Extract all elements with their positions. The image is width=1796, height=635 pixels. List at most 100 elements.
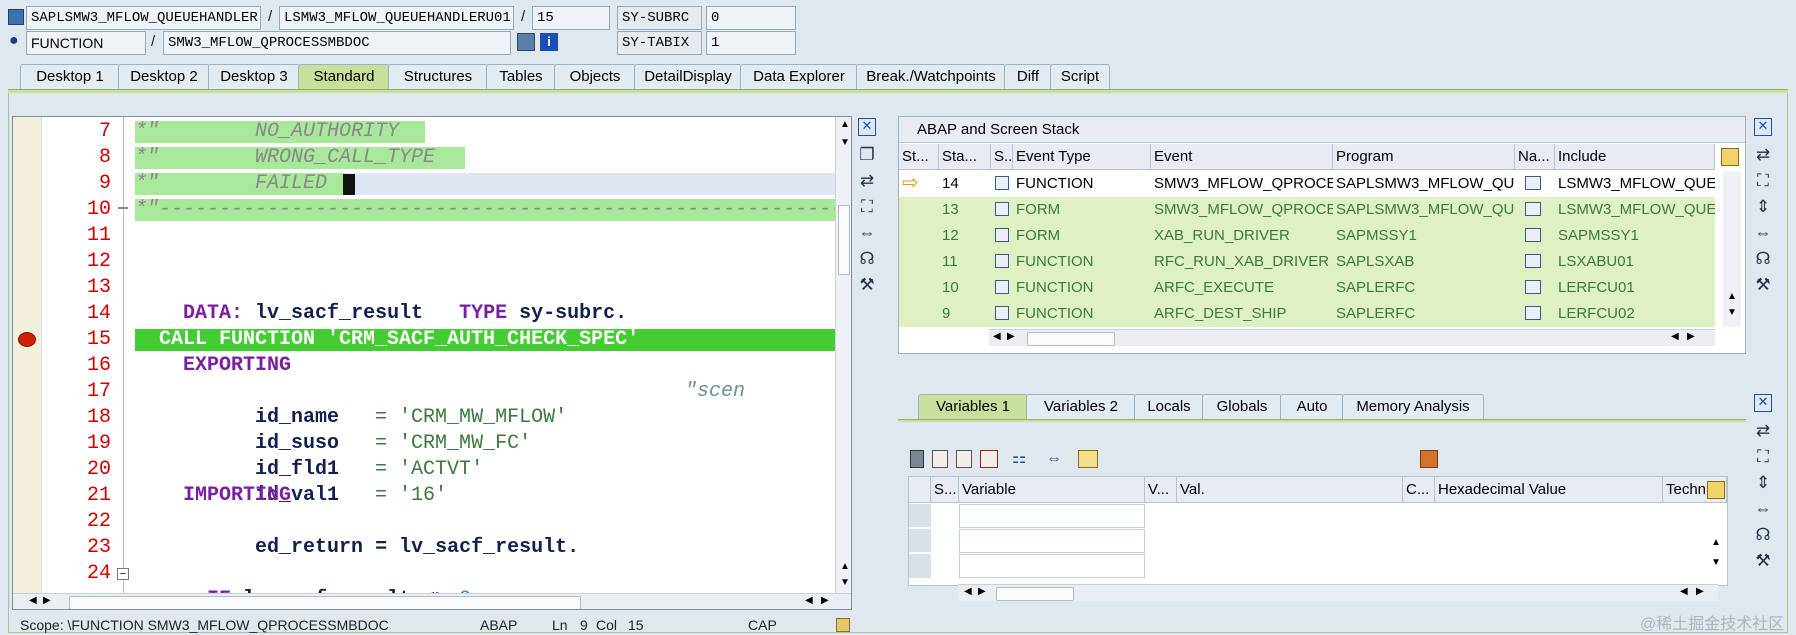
tab-locals[interactable]: Locals — [1134, 394, 1204, 420]
column-header[interactable]: St... — [899, 144, 939, 170]
tool-settings-icon[interactable]: ⚒ — [1752, 274, 1774, 296]
layout-icon[interactable] — [1707, 481, 1725, 499]
tab-tables[interactable]: Tables — [486, 64, 556, 90]
column-header[interactable]: Hexadecimal Value — [1435, 477, 1663, 503]
variable-input-cell[interactable] — [959, 504, 1145, 528]
row-selector[interactable] — [909, 554, 931, 578]
replace-tool-icon[interactable]: ⇄ — [1752, 144, 1774, 166]
tab-diff[interactable]: Diff — [1004, 64, 1052, 90]
display-object-icon[interactable] — [517, 33, 535, 51]
close-icon[interactable]: ✕ — [1754, 118, 1772, 136]
swap-icon[interactable]: ⇔ — [1752, 498, 1774, 520]
tab-script[interactable]: Script — [1050, 64, 1110, 90]
folder-icon[interactable] — [1078, 450, 1098, 468]
maximize-icon[interactable]: ⛶ — [856, 196, 878, 218]
function-name-field[interactable]: SMW3_MFLOW_QPROCESSMBDOC — [163, 31, 511, 55]
variables-horizontal-scrollbar[interactable]: ◀ ▶ ◀ ▶ — [958, 584, 1718, 601]
include-field[interactable]: LSMW3_MFLOW_QUEUEHANDLERU01 — [279, 6, 514, 30]
column-header[interactable]: Include — [1555, 144, 1715, 170]
swap-icon[interactable]: ⇔ — [1752, 222, 1774, 244]
navigate-icon[interactable] — [1525, 176, 1541, 190]
row-selector[interactable] — [909, 529, 931, 553]
scroll-up-icon[interactable]: ▲ — [840, 119, 850, 130]
export-icon[interactable] — [932, 450, 948, 468]
scroll-down-icon[interactable]: ▼ — [840, 137, 850, 148]
tab-variables-2[interactable]: Variables 2 — [1026, 394, 1136, 420]
sy-subrc-value[interactable]: 0 — [706, 6, 796, 30]
maximize-icon[interactable]: ⛶ — [1752, 170, 1774, 192]
navigate-icon[interactable] — [1525, 280, 1541, 294]
scroll-down-icon[interactable]: ▼ — [1727, 307, 1737, 318]
tab-objects[interactable]: Objects — [554, 64, 636, 90]
services-icon[interactable]: ☊ — [856, 248, 878, 270]
column-header[interactable]: S... — [931, 477, 959, 503]
variable-input-cell[interactable] — [959, 529, 1145, 553]
navigate-icon[interactable] — [1525, 202, 1541, 216]
tab-desktop-1[interactable]: Desktop 1 — [20, 64, 120, 90]
editor-horizontal-scrollbar[interactable]: ◀ ▶ ◀ ▶ — [13, 593, 851, 609]
split-icon[interactable]: ⇕ — [1752, 472, 1774, 494]
editor-settings-icon[interactable] — [836, 618, 850, 632]
scroll-left-icon[interactable]: ◀ — [964, 586, 972, 597]
column-header[interactable]: Event Type — [1013, 144, 1151, 170]
scroll-left-icon[interactable]: ◀ — [29, 595, 37, 606]
breakpoint-gutter[interactable] — [13, 117, 42, 609]
scrollbar-thumb[interactable] — [838, 205, 850, 275]
edit-icon[interactable] — [980, 450, 998, 468]
split-icon[interactable]: ⇕ — [1752, 196, 1774, 218]
tool-settings-icon[interactable]: ⚒ — [856, 274, 878, 296]
scroll-right-icon[interactable]: ▶ — [978, 586, 986, 597]
column-header[interactable]: Val. — [1177, 477, 1403, 503]
tab-variables-1[interactable]: Variables 1 — [918, 394, 1028, 420]
tab-auto[interactable]: Auto — [1280, 394, 1344, 420]
column-header[interactable]: V... — [1145, 477, 1177, 503]
fold-marker-icon[interactable] — [118, 207, 128, 209]
scroll-right-icon[interactable]: ▶ — [821, 595, 829, 606]
scroll-left-icon[interactable]: ◀ — [1671, 331, 1679, 342]
close-icon[interactable]: ✕ — [858, 118, 876, 136]
tool-settings-icon[interactable]: ⚒ — [1752, 550, 1774, 572]
hierarchy-icon[interactable]: ⚏ — [1012, 450, 1032, 468]
tab-memory-analysis[interactable]: Memory Analysis — [1342, 394, 1484, 420]
column-header[interactable] — [909, 477, 931, 503]
sy-tabix-value[interactable]: 1 — [706, 31, 796, 55]
scroll-right-icon[interactable]: ▶ — [1007, 331, 1015, 342]
column-header[interactable]: S... — [991, 144, 1013, 170]
row-selector[interactable] — [909, 504, 931, 528]
tab-standard[interactable]: Standard — [298, 64, 390, 90]
stack-row[interactable]: ⇨ 14 FUNCTION SMW3_MFLOW_QPROCE... SAPLS… — [899, 171, 1715, 197]
scroll-down-icon[interactable]: ▼ — [840, 577, 850, 588]
stack-vertical-scrollbar[interactable]: ▲ ▼ — [1723, 171, 1741, 327]
scroll-right-icon[interactable]: ▶ — [1696, 586, 1704, 597]
services-icon[interactable]: ☊ — [1752, 248, 1774, 270]
import-icon[interactable] — [956, 450, 972, 468]
swap-icon[interactable]: ⇔ — [856, 222, 878, 244]
tab-detaildisplay[interactable]: DetailDisplay — [634, 64, 742, 90]
replace-tool-icon[interactable]: ⇄ — [856, 170, 878, 192]
stack-row[interactable]: 9 FUNCTION ARFC_DEST_SHIP SAPLERFC LERFC… — [899, 301, 1715, 327]
line-field[interactable]: 15 — [532, 6, 610, 30]
tab-globals[interactable]: Globals — [1202, 394, 1282, 420]
program-field[interactable]: SAPLSMW3_MFLOW_QUEUEHANDLER — [26, 6, 261, 30]
tab-break-watchpoints[interactable]: Break./Watchpoints — [856, 64, 1006, 90]
scroll-right-icon[interactable]: ▶ — [43, 595, 51, 606]
column-header[interactable]: Sta... — [939, 144, 991, 170]
scrollbar-thumb[interactable] — [1027, 332, 1115, 346]
editor-vertical-scrollbar[interactable]: ▲ ▼ ▲ ▼ — [835, 117, 851, 593]
save-icon[interactable] — [1420, 450, 1438, 468]
delete-icon[interactable] — [910, 450, 924, 468]
scrollbar-thumb[interactable] — [996, 587, 1074, 601]
tab-desktop-2[interactable]: Desktop 2 — [118, 64, 210, 90]
column-header[interactable]: Event — [1151, 144, 1333, 170]
close-icon[interactable]: ✕ — [1754, 394, 1772, 412]
scroll-up-icon[interactable]: ▲ — [1711, 537, 1721, 548]
layout-icon[interactable] — [1721, 148, 1739, 166]
tab-desktop-3[interactable]: Desktop 3 — [208, 64, 300, 90]
tab-structures[interactable]: Structures — [388, 64, 488, 90]
stack-horizontal-scrollbar[interactable]: ◀ ▶ ◀ ▶ — [989, 329, 1715, 346]
scroll-up-icon[interactable]: ▲ — [1727, 291, 1737, 302]
type-field[interactable]: FUNCTION — [26, 31, 146, 55]
info-icon[interactable]: i — [540, 33, 558, 51]
variable-input-cell[interactable] — [959, 554, 1145, 578]
scroll-left-icon[interactable]: ◀ — [993, 331, 1001, 342]
